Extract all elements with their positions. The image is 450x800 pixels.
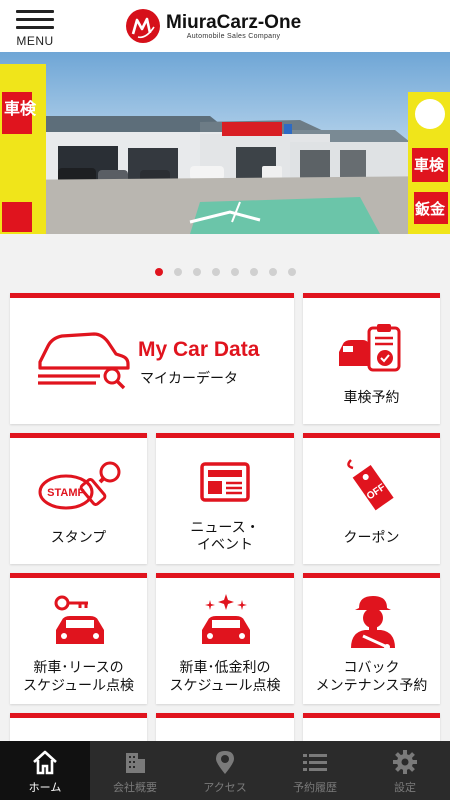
tab-company-label: 会社概要 bbox=[113, 781, 157, 794]
car-magnifier-icon bbox=[36, 328, 132, 394]
logo-title: MiuraCarz-One bbox=[166, 11, 302, 33]
news-events-label-line1: ニュース・ bbox=[190, 520, 260, 536]
lease-schedule-label-line2: スケジュール点検 bbox=[22, 678, 135, 694]
building-icon bbox=[126, 753, 145, 773]
my-car-data-tile[interactable]: My Car Data マイカーデータ bbox=[10, 293, 294, 424]
map-pin-icon bbox=[216, 751, 234, 774]
news-events-label-line2: イベント bbox=[197, 537, 253, 553]
tab-home-label: ホーム bbox=[28, 781, 62, 794]
my-car-data-subtitle: マイカーデータ bbox=[140, 371, 238, 387]
gear-icon bbox=[393, 750, 417, 774]
mechanic-icon bbox=[345, 592, 401, 654]
low-rate-schedule-tile[interactable]: 新車･低金利の スケジュール点検 bbox=[156, 573, 294, 704]
carousel-dot[interactable] bbox=[173, 268, 182, 276]
hero-banner-image[interactable]: 車検 車検 鈑金 bbox=[0, 52, 450, 234]
hero-sign-right2: 鈑金 bbox=[415, 200, 446, 218]
tab-reservation-history[interactable]: 予約履歴 bbox=[270, 741, 360, 800]
tab-access[interactable]: アクセス bbox=[180, 741, 270, 800]
stamp-label: スタンプ bbox=[50, 530, 107, 546]
carousel-dot[interactable] bbox=[287, 268, 296, 276]
carousel-dot[interactable] bbox=[192, 268, 201, 276]
stamp-icon: STAMP bbox=[36, 458, 126, 522]
my-car-data-title: My Car Data bbox=[138, 338, 260, 361]
carousel-dot[interactable] bbox=[211, 268, 220, 276]
menu-bar bbox=[16, 10, 54, 13]
hero-sign-right: 車検 bbox=[414, 156, 445, 174]
car-checklist-icon bbox=[337, 322, 405, 378]
shaken-reservation-label: 車検予約 bbox=[343, 390, 400, 406]
shaken-reservation-tile[interactable]: 車検予約 bbox=[303, 293, 440, 424]
tab-access-label: アクセス bbox=[203, 781, 247, 794]
logo-mark-icon bbox=[126, 9, 160, 43]
carousel-dot[interactable] bbox=[154, 268, 163, 276]
carousel-dot[interactable] bbox=[249, 268, 258, 276]
stamp-icon-text: STAMP bbox=[47, 487, 85, 499]
news-events-tile[interactable]: ニュース・ イベント bbox=[156, 433, 294, 564]
car-key-icon bbox=[50, 594, 110, 652]
price-tag-icon: OFF bbox=[343, 456, 401, 518]
logo-subtitle: Automobile Sales Company bbox=[186, 32, 281, 40]
carousel-indicator[interactable] bbox=[0, 268, 450, 276]
coupon-label: クーポン bbox=[343, 530, 400, 546]
maintenance-label-line2: メンテナンス予約 bbox=[315, 678, 428, 694]
lease-schedule-label-line1: 新車･リースの bbox=[33, 660, 124, 676]
tab-settings-label: 設定 bbox=[394, 781, 416, 794]
maintenance-label-line1: コバック bbox=[343, 660, 400, 676]
low-rate-schedule-label-line2: スケジュール点検 bbox=[169, 678, 281, 694]
tab-reservation-history-label: 予約履歴 bbox=[293, 781, 337, 794]
home-icon bbox=[33, 750, 57, 775]
lease-schedule-tile[interactable]: 新車･リースの スケジュール点検 bbox=[10, 573, 147, 704]
carousel-dot[interactable] bbox=[230, 268, 239, 276]
list-icon bbox=[303, 754, 327, 771]
tab-settings[interactable]: 設定 bbox=[360, 741, 450, 800]
company-logo[interactable]: MiuraCarz-One Automobile Sales Company bbox=[126, 8, 301, 44]
app-header: MENU MiuraCarz-One Automobile Sales Comp… bbox=[0, 0, 450, 52]
menu-bar bbox=[16, 26, 54, 29]
stamp-tile[interactable]: STAMP スタンプ bbox=[10, 433, 147, 564]
menu-bar bbox=[16, 18, 54, 21]
menu-button[interactable]: MENU bbox=[16, 10, 54, 48]
tab-home[interactable]: ホーム bbox=[0, 741, 90, 800]
low-rate-schedule-label-line1: 新車･低金利の bbox=[179, 660, 271, 676]
hero-sign-left: 車検 bbox=[4, 99, 37, 118]
sparkling-car-icon bbox=[196, 592, 256, 652]
menu-label: MENU bbox=[16, 34, 54, 48]
carousel-dot[interactable] bbox=[268, 268, 277, 276]
maintenance-reservation-tile[interactable]: コバック メンテナンス予約 bbox=[303, 573, 440, 704]
tab-company[interactable]: 会社概要 bbox=[90, 741, 180, 800]
coupon-tile[interactable]: OFF クーポン bbox=[303, 433, 440, 564]
newspaper-icon bbox=[198, 460, 252, 508]
bottom-tab-bar: ホーム 会社概要 アクセス 予約履歴 設定 bbox=[0, 741, 450, 800]
